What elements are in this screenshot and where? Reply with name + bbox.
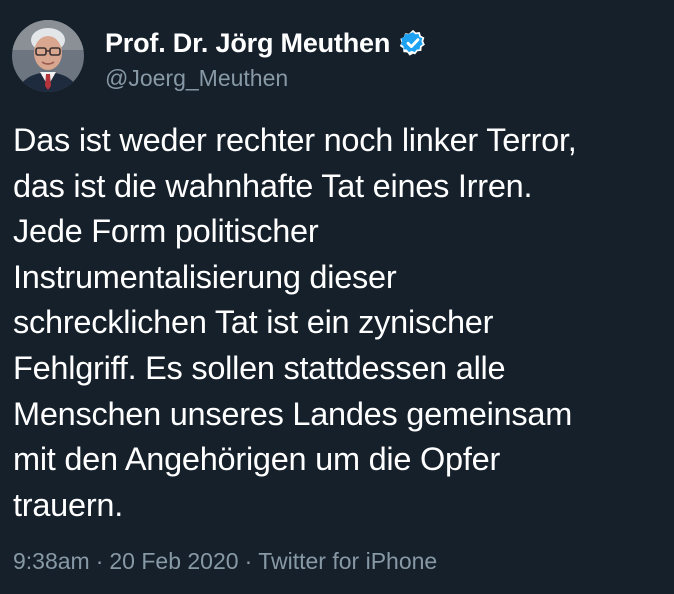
tweet-text-line: das ist die wahnhafte Tat eines Irren. bbox=[13, 167, 533, 204]
tweet: Prof. Dr. Jörg Meuthen @Joerg_Meuthen Da… bbox=[0, 0, 674, 594]
display-name[interactable]: Prof. Dr. Jörg Meuthen bbox=[105, 28, 390, 59]
tweet-date[interactable]: 20 Feb 2020 bbox=[109, 548, 238, 574]
tweet-text-line: Instrumentalisierung dieser bbox=[13, 258, 397, 295]
tweet-text-line: mit den Angehörigen um die Opfer bbox=[13, 441, 501, 478]
tweet-text-line: Jede Form politischer bbox=[13, 213, 319, 250]
tweet-text: Das ist weder rechter noch linker Terror… bbox=[13, 118, 668, 528]
author-names: Prof. Dr. Jörg Meuthen @Joerg_Meuthen bbox=[105, 26, 428, 92]
tweet-text-line: Menschen unseres Landes gemeinsam bbox=[13, 395, 573, 432]
verified-badge-icon bbox=[400, 29, 425, 56]
tweet-text-line: schrecklichen Tat ist ein zynischer bbox=[13, 304, 494, 341]
avatar[interactable] bbox=[12, 20, 84, 92]
name-row: Prof. Dr. Jörg Meuthen bbox=[105, 26, 428, 60]
tweet-meta: 9:38am · 20 Feb 2020 · Twitter for iPhone bbox=[13, 548, 437, 575]
tweet-text-line: Fehlgriff. Es sollen stattdessen alle bbox=[13, 349, 506, 386]
tweet-header: Prof. Dr. Jörg Meuthen @Joerg_Meuthen bbox=[12, 20, 428, 92]
meta-separator: · bbox=[95, 548, 104, 574]
handle[interactable]: @Joerg_Meuthen bbox=[105, 65, 428, 92]
tweet-text-line: trauern. bbox=[13, 486, 124, 523]
tweet-time[interactable]: 9:38am bbox=[13, 548, 90, 574]
meta-separator: · bbox=[244, 548, 253, 574]
profile-photo bbox=[12, 20, 84, 92]
tweet-text-line: Das ist weder rechter noch linker Terror… bbox=[13, 122, 577, 158]
tweet-source[interactable]: Twitter for iPhone bbox=[258, 548, 437, 574]
